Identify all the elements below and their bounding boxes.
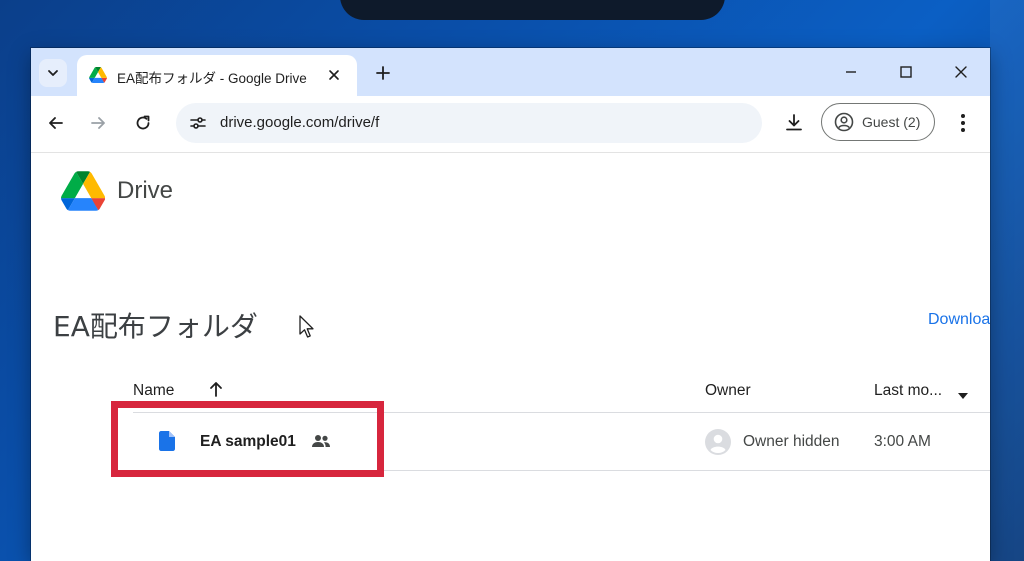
forward-button[interactable] [83, 108, 113, 138]
back-button[interactable] [41, 108, 71, 138]
browser-window: EA配布フォルダ - Google Drive drive.google.com… [31, 48, 990, 561]
column-header-name[interactable]: Name [133, 382, 174, 400]
taskbar-notch [340, 0, 725, 20]
tab-title: EA配布フォルダ - Google Drive [117, 71, 307, 86]
profile-label: Guest (2) [862, 114, 921, 130]
maximize-icon [900, 66, 912, 78]
new-tab-button[interactable] [369, 59, 397, 87]
tab-close-button[interactable] [323, 64, 345, 86]
download-icon [786, 114, 802, 131]
window-close-button[interactable] [939, 56, 983, 88]
minimize-icon [846, 71, 856, 73]
owner-name: Owner hidden [743, 433, 840, 450]
address-bar[interactable]: drive.google.com/drive/f [176, 103, 762, 143]
download-all-link[interactable]: Downloa [928, 311, 990, 329]
arrow-right-icon [91, 117, 105, 129]
reload-button[interactable] [128, 108, 158, 138]
avatar [705, 429, 731, 455]
tab-search-button[interactable] [39, 59, 67, 87]
tab-strip: EA配布フォルダ - Google Drive [31, 48, 990, 96]
column-header-last-modified[interactable]: Last mo... [874, 382, 942, 400]
tab-active[interactable]: EA配布フォルダ - Google Drive [77, 55, 357, 96]
more-vert-icon [961, 114, 965, 132]
site-info-button[interactable] [184, 109, 212, 137]
close-icon [955, 66, 967, 78]
caret-down-icon[interactable] [957, 387, 969, 405]
highlight-annotation-box [111, 401, 384, 477]
column-header-owner: Owner [705, 382, 751, 399]
mouse-cursor-icon [299, 315, 315, 344]
drive-page: Drive EA配布フォルダ Downloa Name Owner Last m… [31, 153, 990, 561]
close-icon [329, 70, 339, 80]
tune-icon [190, 117, 206, 129]
plus-icon [376, 66, 390, 80]
reload-icon [136, 115, 150, 130]
maximize-button[interactable] [884, 56, 928, 88]
folder-title: EA配布フォルダ [53, 310, 258, 343]
google-drive-logo-icon[interactable] [61, 171, 106, 216]
profile-button[interactable]: Guest (2) [821, 103, 935, 141]
browser-menu-button[interactable] [951, 108, 975, 138]
minimize-button[interactable] [829, 56, 873, 88]
browser-toolbar: drive.google.com/drive/f Guest (2) [31, 96, 990, 153]
drive-app-name[interactable]: Drive [117, 177, 173, 205]
arrow-up-icon[interactable] [208, 380, 224, 403]
account-circle-icon [834, 112, 854, 132]
chevron-down-icon [48, 70, 58, 76]
google-drive-favicon-icon [89, 67, 107, 88]
modified-time: 3:00 AM [874, 433, 931, 450]
url-text: drive.google.com/drive/f [220, 114, 380, 131]
downloads-button[interactable] [779, 108, 809, 138]
arrow-left-icon [49, 117, 63, 129]
